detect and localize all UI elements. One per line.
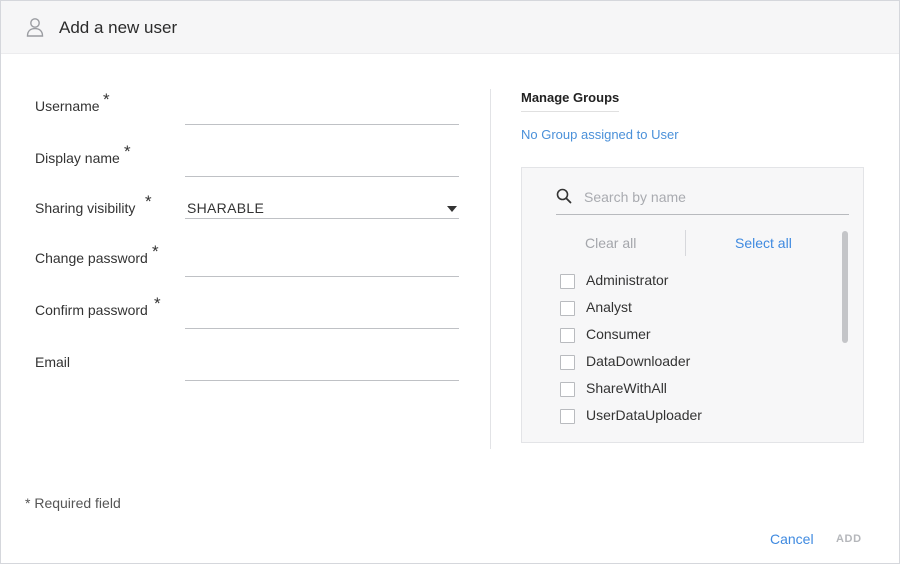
display-name-input[interactable] [185, 153, 459, 175]
required-field-note: * Required field [25, 495, 121, 511]
group-status-text: No Group assigned to User [521, 127, 679, 142]
group-label: Analyst [586, 299, 632, 315]
search-underline [556, 214, 849, 215]
add-button[interactable]: ADD [836, 533, 862, 545]
email-underline [185, 380, 459, 381]
group-label: UserDataUploader [586, 407, 702, 423]
email-label: Email [35, 354, 71, 370]
display-name-label: Display name [35, 150, 120, 166]
username-input[interactable] [185, 101, 459, 123]
required-asterisk: * [154, 294, 161, 313]
username-underline [185, 124, 459, 125]
checkbox[interactable] [560, 355, 575, 370]
user-icon [26, 18, 44, 37]
caret-down-icon [447, 206, 457, 212]
change-password-underline [185, 276, 459, 277]
required-asterisk: * [152, 242, 159, 261]
group-label: ShareWithAll [586, 380, 667, 396]
change-password-input[interactable] [185, 253, 459, 275]
manage-groups-title: Manage Groups [521, 90, 620, 112]
sharing-visibility-underline [185, 218, 459, 219]
display-name-underline [185, 176, 459, 177]
confirm-password-label: Confirm password [35, 302, 148, 318]
required-asterisk: * [124, 142, 131, 161]
group-search-input[interactable] [584, 186, 844, 208]
change-password-label: Change password [35, 250, 148, 266]
sharing-visibility-label: Sharing visibility [35, 200, 136, 216]
select-all-button[interactable]: Select all [735, 235, 792, 251]
group-list-scrollbar[interactable] [842, 231, 848, 343]
dialog-header: Add a new user [1, 1, 899, 54]
column-divider [490, 89, 491, 449]
add-user-dialog: Add a new user Username * Display name *… [0, 0, 900, 564]
sharing-visibility-value: SHARABLE [187, 200, 265, 216]
search-icon [556, 188, 572, 204]
dialog-title: Add a new user [59, 18, 178, 37]
checkbox[interactable] [560, 328, 575, 343]
confirm-password-underline [185, 328, 459, 329]
cancel-button[interactable]: Cancel [770, 531, 814, 547]
checkbox[interactable] [560, 301, 575, 316]
button-divider [685, 230, 686, 256]
group-picker-panel: Clear all Select all Administrator Analy… [521, 167, 864, 443]
checkbox[interactable] [560, 274, 575, 289]
username-label: Username [35, 98, 100, 114]
checkbox[interactable] [560, 382, 575, 397]
group-label: Administrator [586, 272, 669, 288]
required-asterisk: * [145, 192, 152, 211]
email-input[interactable] [185, 357, 459, 379]
required-asterisk: * [103, 90, 110, 109]
group-label: Consumer [586, 326, 651, 342]
confirm-password-input[interactable] [185, 305, 459, 327]
checkbox[interactable] [560, 409, 575, 424]
group-label: DataDownloader [586, 353, 691, 369]
clear-all-button[interactable]: Clear all [585, 235, 636, 251]
